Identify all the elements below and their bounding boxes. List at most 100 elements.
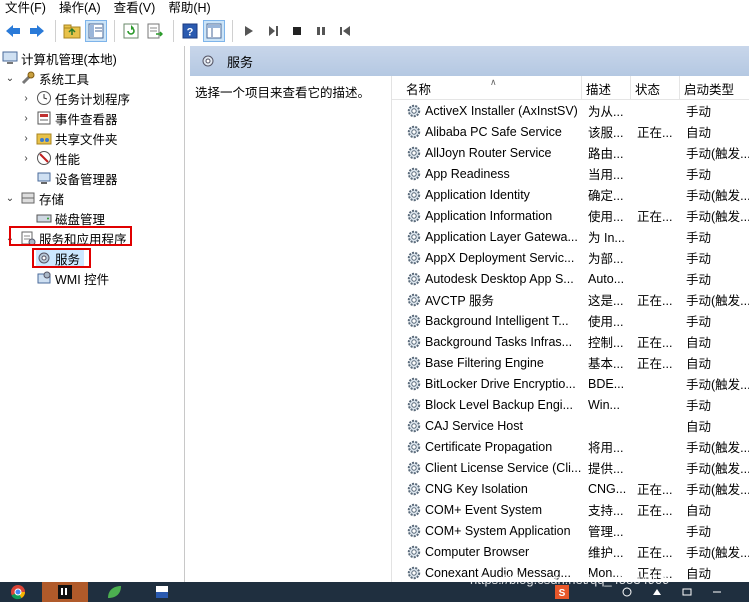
- table-row[interactable]: Background Intelligent T... 使用... 手动: [392, 310, 749, 331]
- table-row[interactable]: Computer Browser 维护... 正在... 手动(触发...: [392, 541, 749, 562]
- intellij-icon[interactable]: [42, 582, 88, 602]
- menu-view[interactable]: 查看(V): [109, 1, 164, 15]
- service-status: 正在...: [637, 483, 673, 497]
- tree-item-storage[interactable]: ⌄ 存储: [4, 188, 64, 208]
- table-row[interactable]: Background Tasks Infras... 控制... 正在... 自动: [392, 331, 749, 352]
- tree-label: 存储: [39, 192, 65, 207]
- toolbar-separator: [173, 20, 174, 42]
- table-row[interactable]: App Readiness 当用... 手动: [392, 163, 749, 184]
- service-name: AppX Deployment Servic...: [425, 250, 575, 265]
- menu-action[interactable]: 操作(A): [54, 1, 109, 15]
- table-row[interactable]: CNG Key Isolation CNG... 正在... 手动(触发...: [392, 478, 749, 499]
- stop-icon[interactable]: [286, 20, 308, 42]
- service-name-cell: App Readiness: [406, 163, 582, 184]
- chrome-icon[interactable]: [4, 582, 32, 602]
- table-row[interactable]: Application Information 使用... 正在... 手动(触发..…: [392, 205, 749, 226]
- service-startup-type: 自动: [686, 126, 712, 140]
- tree-item-task-scheduler[interactable]: › 任务计划程序: [20, 88, 130, 108]
- forward-arrow-icon[interactable]: [26, 20, 48, 42]
- chevron-right-icon[interactable]: ›: [20, 133, 32, 144]
- refresh-icon[interactable]: [120, 20, 142, 42]
- table-row[interactable]: COM+ System Application 管理... 手动: [392, 520, 749, 541]
- tree-label: WMI 控件: [55, 272, 110, 287]
- service-status: [637, 394, 679, 415]
- service-name-cell: Autodesk Desktop App S...: [406, 268, 582, 289]
- service-status: [637, 310, 679, 331]
- app-icon[interactable]: [148, 582, 176, 602]
- table-row[interactable]: COM+ Event System 支持... 正在... 自动: [392, 499, 749, 520]
- tree-item-shared-folders[interactable]: › 共享文件夹: [20, 128, 117, 148]
- navigation-tree: 计算机管理(本地) ⌄ 系统工具 › 任务计划程序 › 事件查看器 › 共享文件…: [0, 46, 185, 582]
- service-name: Background Tasks Infras...: [425, 334, 573, 349]
- table-row[interactable]: AVCTP 服务 这是... 正在... 手动(触发...: [392, 289, 749, 310]
- back-arrow-icon[interactable]: [2, 20, 24, 42]
- column-header-status[interactable]: 状态: [631, 76, 680, 100]
- table-row[interactable]: Autodesk Desktop App S... Auto... 手动: [392, 268, 749, 289]
- help-icon[interactable]: ?: [179, 20, 201, 42]
- service-status: [637, 520, 679, 541]
- service-status: 正在...: [637, 294, 673, 308]
- service-name: CNG Key Isolation: [425, 481, 528, 496]
- folder-up-icon[interactable]: [61, 20, 83, 42]
- play-icon[interactable]: [238, 20, 260, 42]
- table-row[interactable]: CAJ Service Host 自动: [392, 415, 749, 436]
- tree-item-device-manager[interactable]: 设备管理器: [36, 168, 118, 188]
- table-row[interactable]: Base Filtering Engine 基本... 正在... 自动: [392, 352, 749, 373]
- chevron-right-icon[interactable]: ›: [20, 113, 32, 124]
- service-name: Computer Browser: [425, 544, 530, 559]
- service-startup-type: 手动(触发...: [686, 210, 749, 224]
- show-hide-tree-icon[interactable]: [85, 20, 107, 42]
- chevron-down-icon[interactable]: ⌄: [4, 193, 16, 204]
- pause-icon[interactable]: [310, 20, 332, 42]
- chevron-right-icon[interactable]: ›: [20, 153, 32, 164]
- table-row[interactable]: Block Level Backup Engi... Win... 手动: [392, 394, 749, 415]
- tree-item-performance[interactable]: › 性能: [20, 148, 80, 168]
- menu-help[interactable]: 帮助(H): [163, 1, 218, 15]
- table-row[interactable]: Alibaba PC Safe Service 该服... 正在... 自动: [392, 121, 749, 142]
- service-status: [637, 373, 679, 394]
- column-label: 描述: [586, 82, 612, 97]
- service-gear-icon: [407, 125, 421, 138]
- chevron-down-icon[interactable]: ⌄: [4, 73, 16, 84]
- play-step-icon[interactable]: [262, 20, 284, 42]
- export-list-icon[interactable]: [144, 20, 166, 42]
- table-row[interactable]: Application Layer Gatewa... 为 In... 手动: [392, 226, 749, 247]
- service-name-cell: Application Layer Gatewa...: [406, 226, 582, 247]
- service-name-cell: Background Intelligent T...: [406, 310, 582, 331]
- console-view-icon[interactable]: [203, 20, 225, 42]
- service-description: 维护...: [588, 546, 624, 560]
- service-status: [637, 436, 679, 457]
- service-name-cell: Application Identity: [406, 184, 582, 205]
- service-gear-icon: [407, 272, 421, 285]
- service-status: [637, 142, 679, 163]
- tree-item-wmi-control[interactable]: WMI 控件: [36, 268, 109, 288]
- service-name: BitLocker Drive Encryptio...: [425, 376, 576, 391]
- menu-file[interactable]: 文件(F): [0, 1, 54, 15]
- service-startup-type: 自动: [686, 420, 712, 434]
- restart-icon[interactable]: [334, 20, 356, 42]
- service-name-cell: AppX Deployment Servic...: [406, 247, 582, 268]
- tree-item-disk-management[interactable]: 磁盘管理: [36, 208, 105, 228]
- service-gear-icon: [407, 209, 421, 222]
- table-row[interactable]: BitLocker Drive Encryptio... BDE... 手动(触发.…: [392, 373, 749, 394]
- column-header-description[interactable]: 描述: [582, 76, 631, 100]
- column-header-startup-type[interactable]: 启动类型: [680, 76, 749, 100]
- service-name: Base Filtering Engine: [425, 355, 544, 370]
- tree-item-event-viewer[interactable]: › 事件查看器: [20, 108, 118, 128]
- chevron-right-icon[interactable]: ›: [20, 93, 32, 104]
- table-row[interactable]: Client License Service (Cli... 提供... 手动(触发…: [392, 457, 749, 478]
- tree-item-system-tools[interactable]: ⌄ 系统工具: [4, 68, 89, 88]
- column-label: 状态: [635, 82, 661, 97]
- service-name: AVCTP 服务: [425, 294, 494, 308]
- service-description: 路由...: [588, 147, 624, 161]
- column-header-name[interactable]: 名称 ∧: [402, 76, 582, 100]
- service-startup-type: 手动(触发...: [686, 546, 749, 560]
- table-row[interactable]: AllJoyn Router Service 路由... 手动(触发...: [392, 142, 749, 163]
- table-row[interactable]: ActiveX Installer (AxInstSV) 为从... 手动: [392, 100, 749, 121]
- table-row[interactable]: Certificate Propagation 将用... 手动(触发...: [392, 436, 749, 457]
- leaf-app-icon[interactable]: [98, 582, 130, 602]
- tree-item-computer-management[interactable]: 计算机管理(本地): [2, 48, 117, 68]
- table-row[interactable]: Application Identity 确定... 手动(触发...: [392, 184, 749, 205]
- table-row[interactable]: AppX Deployment Servic... 为部... 手动: [392, 247, 749, 268]
- services-panel: 服务 选择一个项目来查看它的描述。 名称 ∧ 描述 状态 启动类型 Active…: [190, 46, 749, 582]
